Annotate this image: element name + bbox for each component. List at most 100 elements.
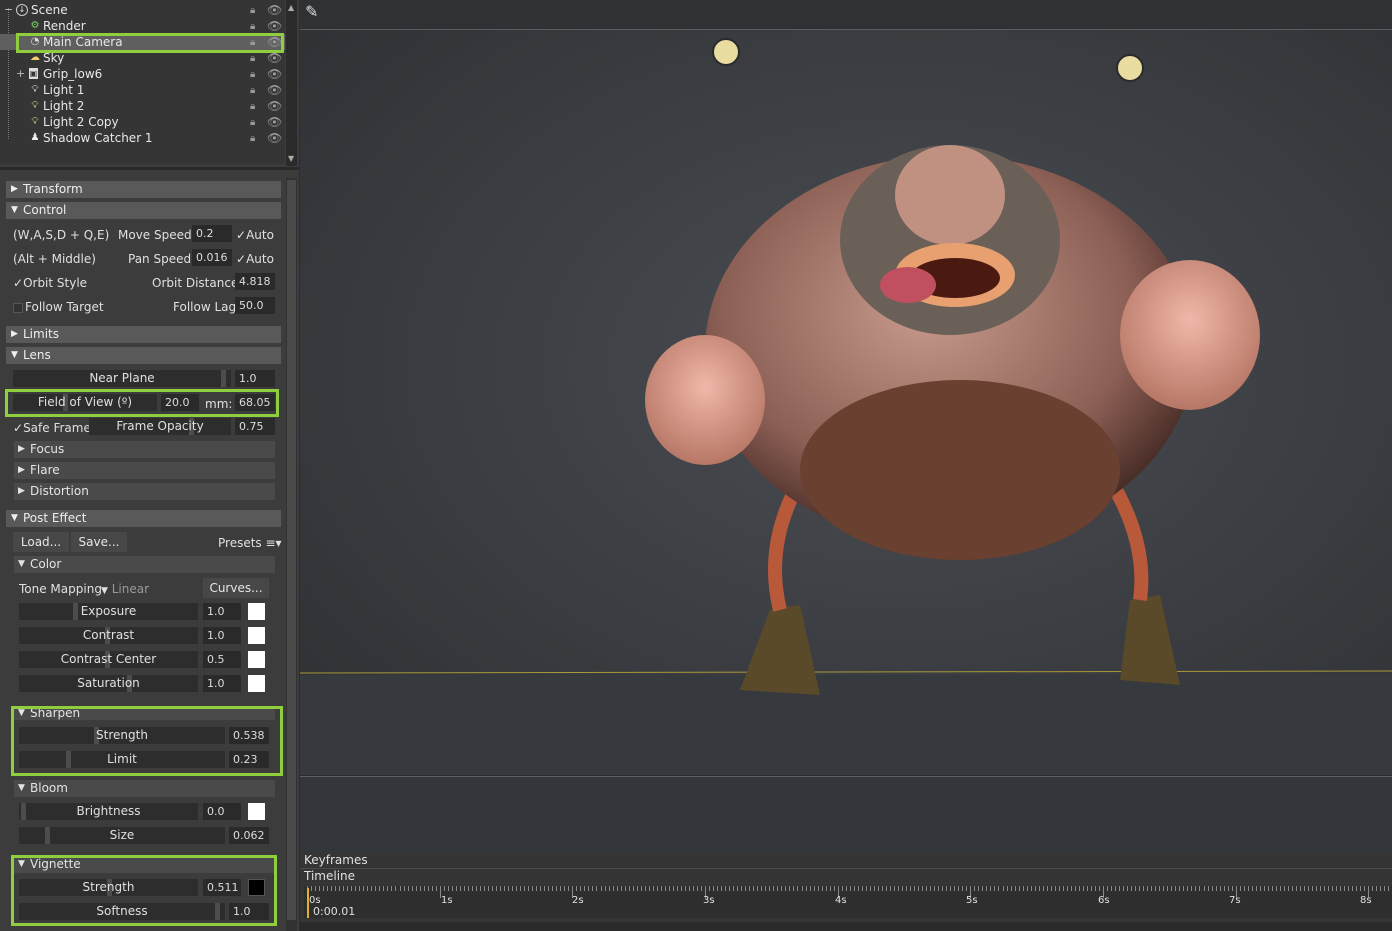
section-post-effect[interactable]: ▼ Post Effect bbox=[6, 510, 281, 527]
subsection-sharpen[interactable]: ▼ Sharpen bbox=[14, 706, 275, 720]
scroll-down-icon[interactable]: ▼ bbox=[288, 154, 294, 163]
tree-item-main-camera[interactable]: ◔ Main Camera 🔒︎ 👁︎ bbox=[0, 34, 285, 50]
section-transform[interactable]: ▶ Transform bbox=[6, 181, 281, 198]
contrast-center-color-swatch[interactable] bbox=[248, 651, 265, 668]
saturation-color-swatch[interactable] bbox=[248, 675, 265, 692]
bloom-color-swatch[interactable] bbox=[248, 803, 265, 820]
contrast-slider[interactable]: Contrast bbox=[19, 627, 198, 644]
orbit-style-checkbox[interactable]: ✓Orbit Style bbox=[13, 276, 87, 290]
splitter[interactable] bbox=[0, 167, 299, 170]
scroll-thumb[interactable] bbox=[287, 180, 296, 920]
curves-button[interactable]: Curves... bbox=[203, 578, 269, 598]
eye-icon[interactable]: 👁︎ bbox=[267, 50, 282, 66]
fov-field[interactable]: 20.0 bbox=[161, 394, 199, 411]
follow-target-checkbox[interactable] bbox=[13, 303, 23, 313]
subsection-flare[interactable]: ▶ Flare bbox=[14, 462, 275, 479]
section-control[interactable]: ▼ Control bbox=[6, 202, 281, 219]
3d-viewport[interactable] bbox=[300, 30, 1392, 775]
eye-icon[interactable]: 👁︎ bbox=[267, 98, 282, 114]
contrast-color-swatch[interactable] bbox=[248, 627, 265, 644]
tree-item-light-2-copy[interactable]: 💡︎ Light 2 Copy 🔒︎ 👁︎ bbox=[0, 114, 285, 130]
sharpen-limit-field[interactable]: 0.23 bbox=[229, 751, 269, 768]
exposure-slider[interactable]: Exposure bbox=[19, 603, 198, 620]
exposure-color-swatch[interactable] bbox=[248, 603, 265, 620]
eye-icon[interactable]: 👁︎ bbox=[267, 2, 282, 18]
tree-scrollbar[interactable]: ▲ ▼ bbox=[286, 0, 297, 166]
field-of-view-slider[interactable]: Field of View (º) bbox=[13, 394, 157, 411]
properties-scrollbar[interactable] bbox=[286, 178, 297, 931]
lock-icon[interactable]: 🔒︎ bbox=[250, 19, 255, 35]
vignette-strength-field[interactable]: 0.511 bbox=[203, 879, 241, 896]
playhead[interactable] bbox=[307, 888, 309, 918]
vignette-softness-slider[interactable]: Softness bbox=[19, 903, 225, 920]
frame-opacity-slider[interactable]: Frame Opacity bbox=[89, 418, 231, 435]
contrast-field[interactable]: 1.0 bbox=[203, 627, 241, 644]
vignette-strength-slider[interactable]: Strength bbox=[19, 879, 198, 896]
brush-tool-icon[interactable]: ✎ bbox=[305, 2, 318, 21]
collapse-icon[interactable]: − bbox=[4, 2, 13, 18]
sharpen-limit-slider[interactable]: Limit bbox=[19, 751, 225, 768]
subsection-distortion[interactable]: ▶ Distortion bbox=[14, 483, 275, 500]
near-plane-slider[interactable]: Near Plane bbox=[13, 370, 231, 387]
lock-icon[interactable]: 🔒︎ bbox=[250, 67, 255, 83]
bloom-size-slider[interactable]: Size bbox=[19, 827, 225, 844]
expand-icon[interactable]: + bbox=[16, 66, 25, 82]
frame-opacity-field[interactable]: 0.75 bbox=[235, 418, 275, 435]
vignette-color-swatch[interactable] bbox=[248, 879, 265, 896]
lock-icon[interactable]: 🔒︎ bbox=[250, 83, 255, 99]
tree-item-light-1[interactable]: 💡︎ Light 1 🔒︎ 👁︎ bbox=[0, 82, 285, 98]
section-lens[interactable]: ▼ Lens bbox=[6, 347, 281, 364]
bloom-size-field[interactable]: 0.062 bbox=[229, 827, 269, 844]
near-plane-field[interactable]: 1.0 bbox=[235, 370, 275, 387]
follow-lag-field[interactable]: 50.0 bbox=[235, 297, 275, 314]
lock-icon[interactable]: 🔒︎ bbox=[250, 115, 255, 131]
lock-icon[interactable]: 🔒︎ bbox=[250, 35, 255, 51]
slider-knob[interactable] bbox=[45, 827, 50, 844]
pan-speed-field[interactable]: 0.016 bbox=[192, 249, 232, 266]
tree-item-shadow-catcher-1[interactable]: ♟ Shadow Catcher 1 🔒︎ 👁︎ bbox=[0, 130, 285, 146]
subsection-focus[interactable]: ▶ Focus bbox=[14, 441, 275, 458]
eye-icon[interactable]: 👁︎ bbox=[267, 82, 282, 98]
tone-mapping-dropdown[interactable]: ▼ Linear bbox=[101, 582, 149, 596]
scroll-up-icon[interactable]: ▲ bbox=[288, 3, 294, 12]
light-gizmo-1[interactable] bbox=[712, 38, 740, 66]
sharpen-strength-slider[interactable]: Strength bbox=[19, 727, 225, 744]
light-gizmo-2[interactable] bbox=[1116, 54, 1144, 82]
presets-menu[interactable]: Presets ≡▾ bbox=[218, 536, 282, 550]
tree-item-render[interactable]: ⚙ Render 🔒︎ 👁︎ bbox=[0, 18, 285, 34]
subsection-vignette[interactable]: ▼ Vignette bbox=[14, 856, 275, 873]
tree-item-light-2[interactable]: 💡︎ Light 2 🔒︎ 👁︎ bbox=[0, 98, 285, 114]
lock-icon[interactable]: 🔒︎ bbox=[250, 99, 255, 115]
move-speed-field[interactable]: 0.2 bbox=[192, 225, 232, 242]
section-limits[interactable]: ▶ Limits bbox=[6, 326, 281, 343]
saturation-slider[interactable]: Saturation bbox=[19, 675, 198, 692]
contrast-center-slider[interactable]: Contrast Center bbox=[19, 651, 198, 668]
auto-move-checkbox[interactable]: ✓Auto bbox=[236, 228, 274, 242]
exposure-field[interactable]: 1.0 bbox=[203, 603, 241, 620]
slider-knob[interactable] bbox=[21, 803, 26, 820]
slider-knob[interactable] bbox=[66, 751, 71, 768]
load-button[interactable]: Load... bbox=[13, 532, 69, 552]
lock-icon[interactable]: 🔒︎ bbox=[250, 131, 255, 147]
slider-knob[interactable] bbox=[221, 370, 226, 387]
slider-knob[interactable] bbox=[215, 903, 220, 920]
tree-item-grip-low6[interactable]: + ▣ Grip_low6 🔒︎ 👁︎ bbox=[0, 66, 285, 82]
eye-icon[interactable]: 👁︎ bbox=[267, 66, 282, 82]
lock-icon[interactable]: 🔒︎ bbox=[250, 51, 255, 67]
tree-item-sky[interactable]: ☁ Sky 🔒︎ 👁︎ bbox=[0, 50, 285, 66]
eye-icon[interactable]: 👁︎ bbox=[267, 18, 282, 34]
bloom-brightness-field[interactable]: 0.0 bbox=[203, 803, 241, 820]
subsection-bloom[interactable]: ▼ Bloom bbox=[14, 780, 275, 797]
mm-field[interactable]: 68.05 bbox=[235, 394, 275, 411]
save-button[interactable]: Save... bbox=[71, 532, 127, 552]
timeline-ruler[interactable]: 0s 1s 2s 3s 4s 5s 6s 7s 8s 0:00.01 bbox=[304, 886, 1392, 918]
lock-icon[interactable]: 🔒︎ bbox=[250, 3, 255, 19]
subsection-color[interactable]: ▼ Color bbox=[14, 556, 275, 573]
vignette-softness-field[interactable]: 1.0 bbox=[229, 903, 269, 920]
safe-frame-checkbox[interactable]: ✓Safe Frame bbox=[13, 421, 91, 435]
auto-pan-checkbox[interactable]: ✓Auto bbox=[236, 252, 274, 266]
slider-knob[interactable] bbox=[73, 603, 78, 620]
bloom-brightness-slider[interactable]: Brightness bbox=[19, 803, 198, 820]
sharpen-strength-field[interactable]: 0.538 bbox=[229, 727, 269, 744]
contrast-center-field[interactable]: 0.5 bbox=[203, 651, 241, 668]
